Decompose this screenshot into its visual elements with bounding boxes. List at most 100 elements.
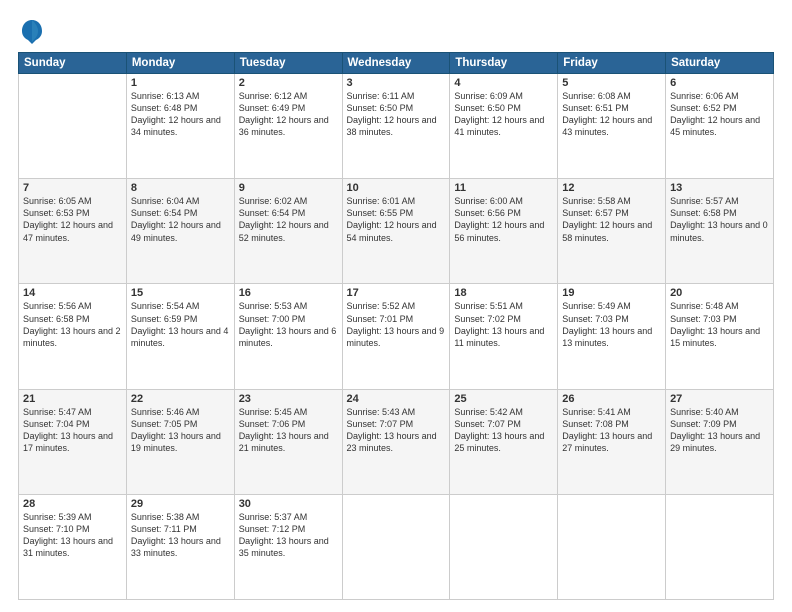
- day-number: 1: [131, 77, 230, 89]
- day-number: 9: [239, 182, 338, 194]
- calendar-header-row: SundayMondayTuesdayWednesdayThursdayFrid…: [19, 53, 774, 74]
- calendar-cell: [450, 494, 558, 599]
- day-info: Sunrise: 5:37 AMSunset: 7:12 PMDaylight:…: [239, 511, 338, 560]
- calendar-cell: 18Sunrise: 5:51 AMSunset: 7:02 PMDayligh…: [450, 284, 558, 389]
- calendar-cell: [558, 494, 666, 599]
- header: [18, 18, 774, 46]
- day-info: Sunrise: 5:39 AMSunset: 7:10 PMDaylight:…: [23, 511, 122, 560]
- logo-icon: [18, 18, 46, 46]
- calendar-cell: 9Sunrise: 6:02 AMSunset: 6:54 PMDaylight…: [234, 179, 342, 284]
- day-info: Sunrise: 5:52 AMSunset: 7:01 PMDaylight:…: [347, 300, 446, 349]
- day-number: 19: [562, 287, 661, 299]
- day-number: 5: [562, 77, 661, 89]
- calendar-cell: 23Sunrise: 5:45 AMSunset: 7:06 PMDayligh…: [234, 389, 342, 494]
- day-number: 23: [239, 393, 338, 405]
- calendar-week-row: 7Sunrise: 6:05 AMSunset: 6:53 PMDaylight…: [19, 179, 774, 284]
- day-info: Sunrise: 5:40 AMSunset: 7:09 PMDaylight:…: [670, 406, 769, 455]
- day-number: 2: [239, 77, 338, 89]
- day-info: Sunrise: 5:53 AMSunset: 7:00 PMDaylight:…: [239, 300, 338, 349]
- calendar-cell: [342, 494, 450, 599]
- day-info: Sunrise: 6:12 AMSunset: 6:49 PMDaylight:…: [239, 90, 338, 139]
- day-info: Sunrise: 5:51 AMSunset: 7:02 PMDaylight:…: [454, 300, 553, 349]
- day-number: 20: [670, 287, 769, 299]
- day-info: Sunrise: 6:08 AMSunset: 6:51 PMDaylight:…: [562, 90, 661, 139]
- calendar-cell: 16Sunrise: 5:53 AMSunset: 7:00 PMDayligh…: [234, 284, 342, 389]
- weekday-header: Monday: [126, 53, 234, 74]
- day-info: Sunrise: 5:56 AMSunset: 6:58 PMDaylight:…: [23, 300, 122, 349]
- calendar-cell: 12Sunrise: 5:58 AMSunset: 6:57 PMDayligh…: [558, 179, 666, 284]
- calendar-cell: 19Sunrise: 5:49 AMSunset: 7:03 PMDayligh…: [558, 284, 666, 389]
- day-info: Sunrise: 5:54 AMSunset: 6:59 PMDaylight:…: [131, 300, 230, 349]
- calendar-cell: 27Sunrise: 5:40 AMSunset: 7:09 PMDayligh…: [666, 389, 774, 494]
- day-number: 28: [23, 498, 122, 510]
- day-number: 27: [670, 393, 769, 405]
- calendar-week-row: 28Sunrise: 5:39 AMSunset: 7:10 PMDayligh…: [19, 494, 774, 599]
- calendar-cell: 13Sunrise: 5:57 AMSunset: 6:58 PMDayligh…: [666, 179, 774, 284]
- calendar-cell: 2Sunrise: 6:12 AMSunset: 6:49 PMDaylight…: [234, 74, 342, 179]
- calendar-cell: 14Sunrise: 5:56 AMSunset: 6:58 PMDayligh…: [19, 284, 127, 389]
- day-info: Sunrise: 6:04 AMSunset: 6:54 PMDaylight:…: [131, 195, 230, 244]
- day-number: 13: [670, 182, 769, 194]
- day-info: Sunrise: 5:45 AMSunset: 7:06 PMDaylight:…: [239, 406, 338, 455]
- day-info: Sunrise: 5:38 AMSunset: 7:11 PMDaylight:…: [131, 511, 230, 560]
- day-number: 7: [23, 182, 122, 194]
- day-number: 22: [131, 393, 230, 405]
- calendar-cell: 24Sunrise: 5:43 AMSunset: 7:07 PMDayligh…: [342, 389, 450, 494]
- day-number: 11: [454, 182, 553, 194]
- day-number: 24: [347, 393, 446, 405]
- day-number: 26: [562, 393, 661, 405]
- calendar-cell: 10Sunrise: 6:01 AMSunset: 6:55 PMDayligh…: [342, 179, 450, 284]
- calendar-cell: 4Sunrise: 6:09 AMSunset: 6:50 PMDaylight…: [450, 74, 558, 179]
- calendar-cell: 5Sunrise: 6:08 AMSunset: 6:51 PMDaylight…: [558, 74, 666, 179]
- calendar-cell: 11Sunrise: 6:00 AMSunset: 6:56 PMDayligh…: [450, 179, 558, 284]
- weekday-header: Friday: [558, 53, 666, 74]
- day-number: 12: [562, 182, 661, 194]
- weekday-header: Tuesday: [234, 53, 342, 74]
- calendar-week-row: 14Sunrise: 5:56 AMSunset: 6:58 PMDayligh…: [19, 284, 774, 389]
- day-info: Sunrise: 6:05 AMSunset: 6:53 PMDaylight:…: [23, 195, 122, 244]
- day-number: 8: [131, 182, 230, 194]
- page: SundayMondayTuesdayWednesdayThursdayFrid…: [0, 0, 792, 612]
- calendar-cell: 30Sunrise: 5:37 AMSunset: 7:12 PMDayligh…: [234, 494, 342, 599]
- calendar-cell: 22Sunrise: 5:46 AMSunset: 7:05 PMDayligh…: [126, 389, 234, 494]
- day-number: 14: [23, 287, 122, 299]
- calendar-week-row: 21Sunrise: 5:47 AMSunset: 7:04 PMDayligh…: [19, 389, 774, 494]
- weekday-header: Wednesday: [342, 53, 450, 74]
- calendar-cell: 8Sunrise: 6:04 AMSunset: 6:54 PMDaylight…: [126, 179, 234, 284]
- calendar-table: SundayMondayTuesdayWednesdayThursdayFrid…: [18, 52, 774, 600]
- weekday-header: Sunday: [19, 53, 127, 74]
- calendar-cell: 20Sunrise: 5:48 AMSunset: 7:03 PMDayligh…: [666, 284, 774, 389]
- calendar-cell: [666, 494, 774, 599]
- calendar-cell: 15Sunrise: 5:54 AMSunset: 6:59 PMDayligh…: [126, 284, 234, 389]
- calendar-cell: 1Sunrise: 6:13 AMSunset: 6:48 PMDaylight…: [126, 74, 234, 179]
- day-info: Sunrise: 6:09 AMSunset: 6:50 PMDaylight:…: [454, 90, 553, 139]
- calendar-cell: 26Sunrise: 5:41 AMSunset: 7:08 PMDayligh…: [558, 389, 666, 494]
- day-number: 3: [347, 77, 446, 89]
- day-number: 6: [670, 77, 769, 89]
- weekday-header: Saturday: [666, 53, 774, 74]
- day-info: Sunrise: 6:06 AMSunset: 6:52 PMDaylight:…: [670, 90, 769, 139]
- day-number: 4: [454, 77, 553, 89]
- day-number: 29: [131, 498, 230, 510]
- day-info: Sunrise: 5:42 AMSunset: 7:07 PMDaylight:…: [454, 406, 553, 455]
- day-info: Sunrise: 6:11 AMSunset: 6:50 PMDaylight:…: [347, 90, 446, 139]
- day-info: Sunrise: 5:57 AMSunset: 6:58 PMDaylight:…: [670, 195, 769, 244]
- calendar-cell: [19, 74, 127, 179]
- day-info: Sunrise: 5:58 AMSunset: 6:57 PMDaylight:…: [562, 195, 661, 244]
- day-number: 21: [23, 393, 122, 405]
- day-number: 16: [239, 287, 338, 299]
- day-number: 18: [454, 287, 553, 299]
- day-info: Sunrise: 6:02 AMSunset: 6:54 PMDaylight:…: [239, 195, 338, 244]
- day-info: Sunrise: 6:13 AMSunset: 6:48 PMDaylight:…: [131, 90, 230, 139]
- day-info: Sunrise: 5:43 AMSunset: 7:07 PMDaylight:…: [347, 406, 446, 455]
- logo: [18, 18, 50, 46]
- calendar-cell: 29Sunrise: 5:38 AMSunset: 7:11 PMDayligh…: [126, 494, 234, 599]
- day-number: 15: [131, 287, 230, 299]
- day-info: Sunrise: 5:49 AMSunset: 7:03 PMDaylight:…: [562, 300, 661, 349]
- calendar-cell: 25Sunrise: 5:42 AMSunset: 7:07 PMDayligh…: [450, 389, 558, 494]
- day-info: Sunrise: 6:00 AMSunset: 6:56 PMDaylight:…: [454, 195, 553, 244]
- calendar-cell: 21Sunrise: 5:47 AMSunset: 7:04 PMDayligh…: [19, 389, 127, 494]
- weekday-header: Thursday: [450, 53, 558, 74]
- day-number: 25: [454, 393, 553, 405]
- day-number: 30: [239, 498, 338, 510]
